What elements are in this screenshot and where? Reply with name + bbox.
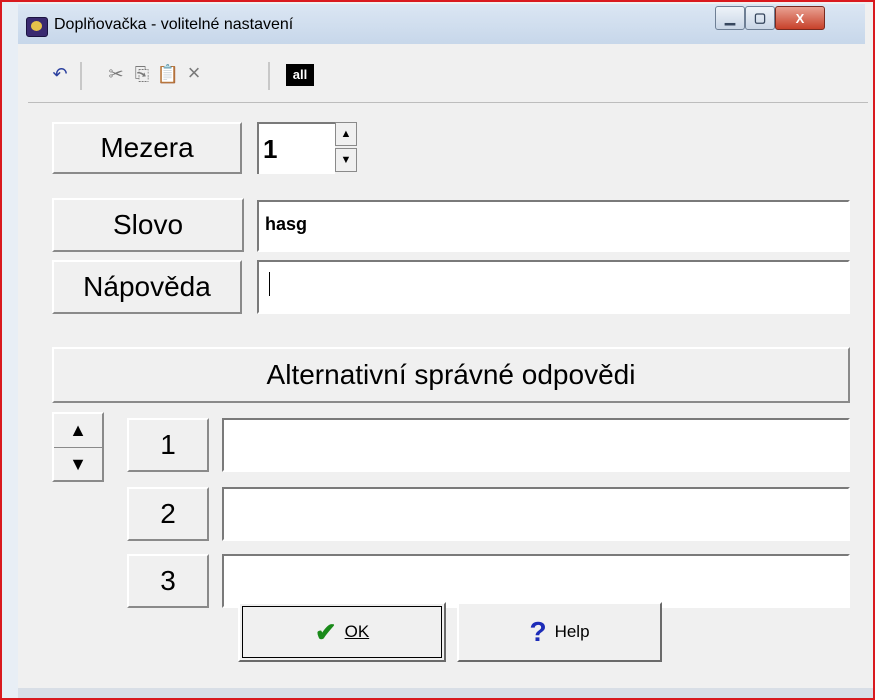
- title-bar[interactable]: Doplňovačka - volitelné nastavení ▁ ▢ X: [18, 4, 865, 44]
- cut-icon[interactable]: ✂: [104, 64, 128, 85]
- alternative-label-2: 2: [127, 487, 209, 541]
- alternative-label-3: 3: [127, 554, 209, 608]
- alternatives-header: Alternativní správné odpovědi: [52, 347, 850, 403]
- minimize-button[interactable]: ▁: [715, 6, 745, 30]
- text-caret: [269, 272, 270, 296]
- help-button[interactable]: ? Help: [457, 602, 662, 662]
- mezera-label: Mezera: [52, 122, 242, 174]
- alternative-input-1[interactable]: [222, 418, 850, 472]
- arrow-up-icon[interactable]: ▲: [54, 414, 102, 448]
- napoveda-label: Nápověda: [52, 260, 242, 314]
- select-all-button[interactable]: all: [286, 64, 314, 86]
- background-strip: [2, 2, 18, 698]
- mezera-value[interactable]: 1: [257, 122, 335, 174]
- reorder-arrows: ▲ ▼: [52, 412, 104, 482]
- checkmark-icon: ✔: [314, 616, 337, 647]
- slovo-input[interactable]: hasg: [257, 200, 850, 252]
- alternative-input-3[interactable]: [222, 554, 850, 608]
- toolbar-separator: [268, 62, 270, 90]
- mezera-spinner[interactable]: 1 ▲ ▼: [257, 122, 367, 174]
- window-title: Doplňovačka - volitelné nastavení: [54, 16, 294, 33]
- undo-icon[interactable]: ↶: [48, 64, 72, 85]
- alternative-label-1: 1: [127, 418, 209, 472]
- app-icon: [26, 17, 48, 37]
- spinner-down-icon[interactable]: ▼: [335, 148, 357, 172]
- spinner-up-icon[interactable]: ▲: [335, 122, 357, 146]
- slovo-label: Slovo: [52, 198, 244, 252]
- paste-icon[interactable]: 📋: [156, 64, 180, 85]
- delete-icon[interactable]: ×: [182, 60, 206, 86]
- arrow-down-icon[interactable]: ▼: [54, 448, 102, 481]
- question-icon: ?: [529, 616, 547, 647]
- help-label: Help: [554, 622, 590, 641]
- ok-label: OK: [344, 622, 370, 641]
- toolbar-separator: [80, 62, 82, 90]
- spinner-buttons: ▲ ▼: [335, 122, 359, 174]
- alternative-input-2[interactable]: [222, 487, 850, 541]
- ok-button[interactable]: ✔ OK: [238, 602, 446, 662]
- napoveda-input[interactable]: [257, 260, 850, 314]
- close-button[interactable]: X: [775, 6, 825, 30]
- copy-icon[interactable]: ⎘: [130, 64, 154, 85]
- background-strip-bottom: [18, 688, 873, 698]
- dialog-window: Doplňovačka - volitelné nastavení ▁ ▢ X …: [0, 0, 875, 700]
- maximize-button[interactable]: ▢: [745, 6, 775, 30]
- toolbar: ↶ ✂ ⎘ 📋 × all: [28, 52, 868, 103]
